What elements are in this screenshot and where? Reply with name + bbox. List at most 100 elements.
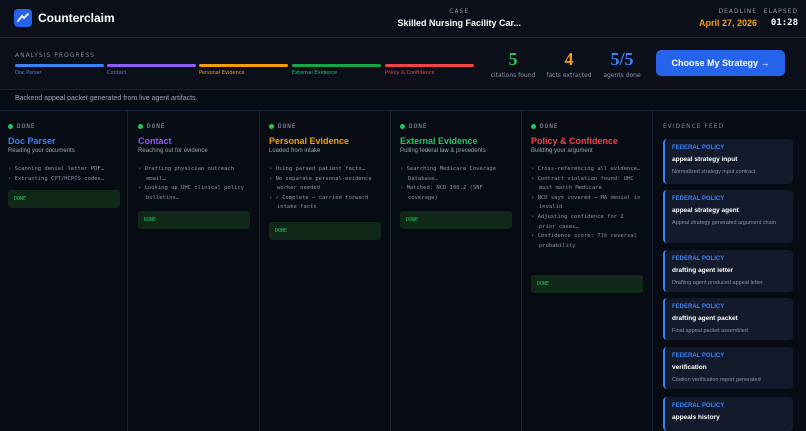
stat-citations-value: 5 — [508, 49, 518, 69]
agent-log: › Searching Medicare Coverage Database… … — [400, 165, 512, 203]
status-text: DONE — [540, 123, 559, 130]
agent-log: › Cross-referencing all evidence… › Cont… — [531, 165, 643, 251]
log-line: › NCD says covered → MA denial is invali… — [531, 194, 641, 211]
progress-label-doc-parser: Doc Parser — [15, 70, 42, 76]
progress-segment-doc-parser — [15, 64, 104, 67]
evidence-card-title: appeal strategy input — [672, 156, 738, 163]
status-badge: DONE — [138, 123, 165, 130]
status-text: DONE — [147, 123, 166, 130]
elapsed-info: ELAPSED 01:28 — [764, 8, 798, 28]
evidence-card-title: verification — [672, 364, 707, 371]
status-badge: DONE — [8, 123, 35, 130]
agent-subtitle: Reading your documents — [8, 148, 75, 154]
choose-strategy-button[interactable]: Choose My Strategy → — [656, 50, 785, 76]
evidence-card-desc: Citation verification report generated — [672, 377, 761, 383]
stat-citations-label: citations found — [490, 72, 536, 79]
progress-label-contact: Contact — [107, 70, 127, 76]
deadline-info: DEADLINE April 27, 2026 — [699, 8, 757, 28]
log-line: › No separate personal-evidence worker n… — [269, 175, 372, 192]
deadline-value: April 27, 2026 — [698, 18, 757, 28]
progress-segment-contact — [107, 64, 196, 67]
evidence-card-tag: FEDERAL POLICY — [672, 145, 725, 151]
agent-column-personal-evidence: DONE Personal Evidence Loaded from intak… — [261, 111, 391, 431]
log-line: › Looking up UHC clinical policy bulleti… — [138, 185, 244, 201]
progress-label-external-evidence: External Evidence — [292, 70, 338, 76]
brand-name: Counterclaim — [38, 11, 115, 25]
progress-title: ANALYSIS PROGRESS — [15, 52, 95, 59]
elapsed-label: ELAPSED — [763, 8, 798, 15]
status-text: DONE — [278, 123, 297, 130]
progress-segment-external-evidence — [292, 64, 381, 67]
evidence-card-tag: FEDERAL POLICY — [672, 353, 725, 359]
done-box: DONE — [400, 211, 512, 229]
progress-segment-personal-evidence — [199, 64, 288, 67]
status-text: DONE — [17, 123, 36, 130]
evidence-card-title: appeals history — [672, 414, 720, 421]
status-dot-icon — [269, 124, 274, 129]
stat-citations: 5 citations found — [483, 50, 543, 79]
agent-subtitle: Building your argument — [531, 148, 593, 154]
log-line: › Cross-referencing all evidence… — [531, 166, 641, 172]
evidence-card-desc: Appeal strategy generated argument chain — [672, 220, 776, 226]
log-line: › Using parsed patient facts… — [269, 166, 366, 172]
logo-icon — [14, 9, 32, 27]
stat-facts: 4 facts extracted — [539, 50, 599, 79]
evidence-card-tag: FEDERAL POLICY — [672, 304, 725, 310]
case-label: CASE — [449, 8, 470, 15]
agent-log: › Drafting physician outreach email… › L… — [138, 165, 250, 203]
progress-segment-policy-confidence — [385, 64, 474, 67]
evidence-card[interactable]: FEDERAL POLICY appeal strategy agent App… — [663, 190, 793, 243]
log-line: › Confidence score: 71% reversal probabi… — [531, 233, 637, 249]
evidence-card-tag: FEDERAL POLICY — [672, 256, 725, 262]
agent-log: › Scanning denial letter PDF… › Extracti… — [8, 165, 120, 184]
stat-agents-label: agents done — [603, 72, 641, 79]
evidence-card[interactable]: FEDERAL POLICY verification Citation ver… — [663, 347, 793, 389]
done-box: DONE — [8, 190, 120, 208]
agent-subtitle: Pulling federal law & precedents — [400, 148, 486, 154]
elapsed-value: 01:28 — [770, 18, 798, 28]
log-line: › Searching Medicare Coverage Database… — [400, 166, 497, 182]
agent-column-contact: DONE Contact Reaching out for evidence ›… — [130, 111, 260, 431]
evidence-feed-title: EVIDENCE FEED — [663, 123, 725, 130]
agent-column-doc-parser: DONE Doc Parser Reading your documents ›… — [0, 111, 128, 431]
stat-facts-label: facts extracted — [546, 72, 592, 79]
evidence-card-desc: Drafting agent produced appeal letter — [672, 280, 763, 286]
evidence-card[interactable]: FEDERAL POLICY drafting agent packet Fin… — [663, 298, 793, 340]
log-line: › Drafting physician outreach email… — [138, 166, 235, 182]
log-line: › Adjusting confidence for 2 prior cases… — [531, 213, 624, 230]
done-box: DONE — [269, 222, 381, 240]
agent-log: › Using parsed patient facts… › No separ… — [269, 165, 381, 213]
evidence-card-title: drafting agent letter — [672, 267, 734, 274]
case-info: CASE Skilled Nursing Facility Car... — [397, 8, 521, 28]
stat-facts-value: 4 — [564, 49, 574, 69]
agent-title: Contact — [138, 136, 172, 146]
done-box: DONE — [531, 275, 643, 293]
evidence-card[interactable]: FEDERAL POLICY appeal strategy input Nor… — [663, 139, 793, 184]
agent-subtitle: Loaded from intake — [269, 148, 321, 154]
evidence-card-tag: FEDERAL POLICY — [672, 196, 725, 202]
log-line: › Contract violation found: UHC must mat… — [531, 175, 634, 192]
case-value: Skilled Nursing Facility Car... — [397, 18, 521, 28]
progress-label-personal-evidence: Personal Evidence — [199, 70, 245, 76]
agent-title: Personal Evidence — [269, 136, 350, 146]
agent-column-policy-confidence: DONE Policy & Confidence Building your a… — [523, 111, 653, 431]
evidence-card[interactable]: FEDERAL POLICY appeals history — [663, 397, 793, 431]
status-text: DONE — [409, 123, 428, 130]
evidence-card[interactable]: FEDERAL POLICY drafting agent letter Dra… — [663, 250, 793, 292]
agent-column-external-evidence: DONE External Evidence Pulling federal l… — [392, 111, 522, 431]
status-dot-icon — [531, 124, 536, 129]
agent-title: Policy & Confidence — [531, 136, 619, 146]
evidence-card-title: appeal strategy agent — [672, 207, 739, 214]
status-dot-icon — [400, 124, 405, 129]
log-line: › Extracting CPT/HCPCS codes… — [8, 175, 105, 182]
stat-agents-value: 5/5 — [610, 49, 634, 69]
status-dot-icon — [8, 124, 13, 129]
status-badge: DONE — [269, 123, 296, 130]
status-badge: DONE — [531, 123, 558, 130]
app-header: Counterclaim CASE Skilled Nursing Facili… — [0, 0, 806, 38]
progress-label-policy-confidence: Policy & Confidence — [385, 70, 435, 76]
agent-title: Doc Parser — [8, 136, 56, 146]
log-line: › Matched: NCD 100.2 (SNF coverage) — [400, 185, 483, 201]
packet-subtitle: Backend appeal packet generated from liv… — [15, 95, 198, 102]
deadline-label: DEADLINE — [718, 8, 757, 15]
